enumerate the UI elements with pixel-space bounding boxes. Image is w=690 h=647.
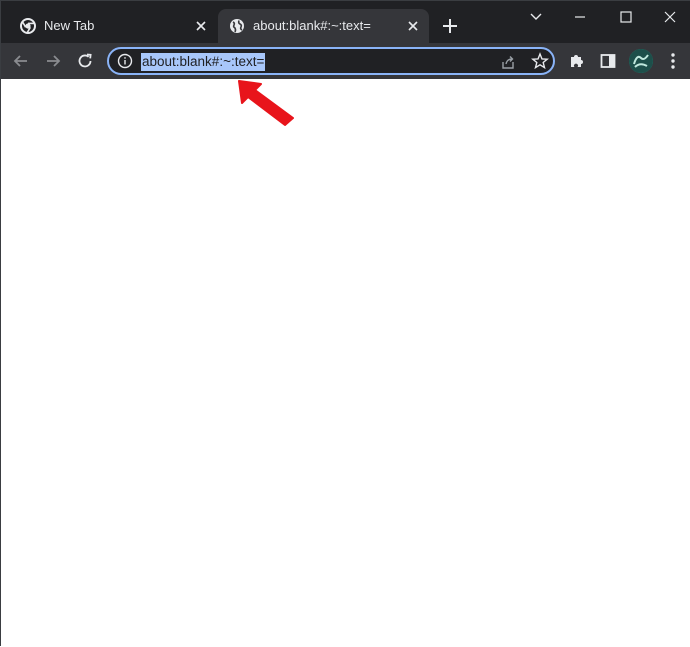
new-tab-plus-icon[interactable] — [441, 17, 459, 35]
chevron-down-icon — [530, 13, 542, 20]
minimize-icon — [575, 16, 585, 18]
tab-new-tab[interactable]: New Tab — [9, 9, 217, 43]
avatar-image-icon — [629, 49, 653, 73]
url-text-selected[interactable]: about:blank#:~:text= — [141, 53, 266, 71]
star-icon[interactable] — [531, 52, 549, 70]
maximize-icon — [620, 11, 632, 23]
close-icon[interactable] — [194, 19, 208, 33]
tab-title: about:blank#:~:text= — [253, 18, 371, 33]
globe-icon — [230, 19, 244, 33]
puzzle-icon — [571, 55, 583, 67]
side-panel-button[interactable] — [598, 51, 618, 71]
share-icon[interactable] — [499, 53, 517, 71]
address-bar[interactable]: about:blank#:~:text= — [107, 47, 555, 75]
reload-button[interactable] — [75, 51, 95, 71]
tab-title: New Tab — [44, 18, 95, 33]
profile-avatar[interactable] — [629, 49, 653, 73]
menu-button[interactable] — [663, 51, 683, 71]
side-panel-icon — [600, 54, 616, 68]
browser-window: New Tab about:blank#:~:text= about:blank… — [0, 0, 690, 647]
chrome-icon — [20, 18, 36, 34]
tab-search-button[interactable] — [513, 1, 559, 33]
maximize-button[interactable] — [603, 1, 649, 33]
minimize-button[interactable] — [557, 1, 603, 33]
arrow-left-icon — [13, 55, 27, 67]
info-icon[interactable] — [117, 53, 133, 69]
window-close-button[interactable] — [647, 1, 690, 33]
close-icon — [664, 11, 676, 23]
page-content[interactable] — [1, 79, 690, 647]
toolbar: about:blank#:~:text= — [1, 43, 690, 79]
tab-about-blank[interactable]: about:blank#:~:text= — [218, 9, 429, 43]
tab-strip: New Tab about:blank#:~:text= — [1, 1, 690, 43]
close-icon[interactable] — [406, 19, 420, 33]
extensions-button[interactable] — [567, 51, 587, 71]
back-button[interactable] — [11, 51, 31, 71]
reload-icon — [78, 53, 92, 68]
more-vertical-icon — [671, 53, 675, 69]
forward-button[interactable] — [43, 51, 63, 71]
annotation-arrow-icon — [238, 80, 294, 126]
arrow-right-icon — [47, 55, 61, 67]
